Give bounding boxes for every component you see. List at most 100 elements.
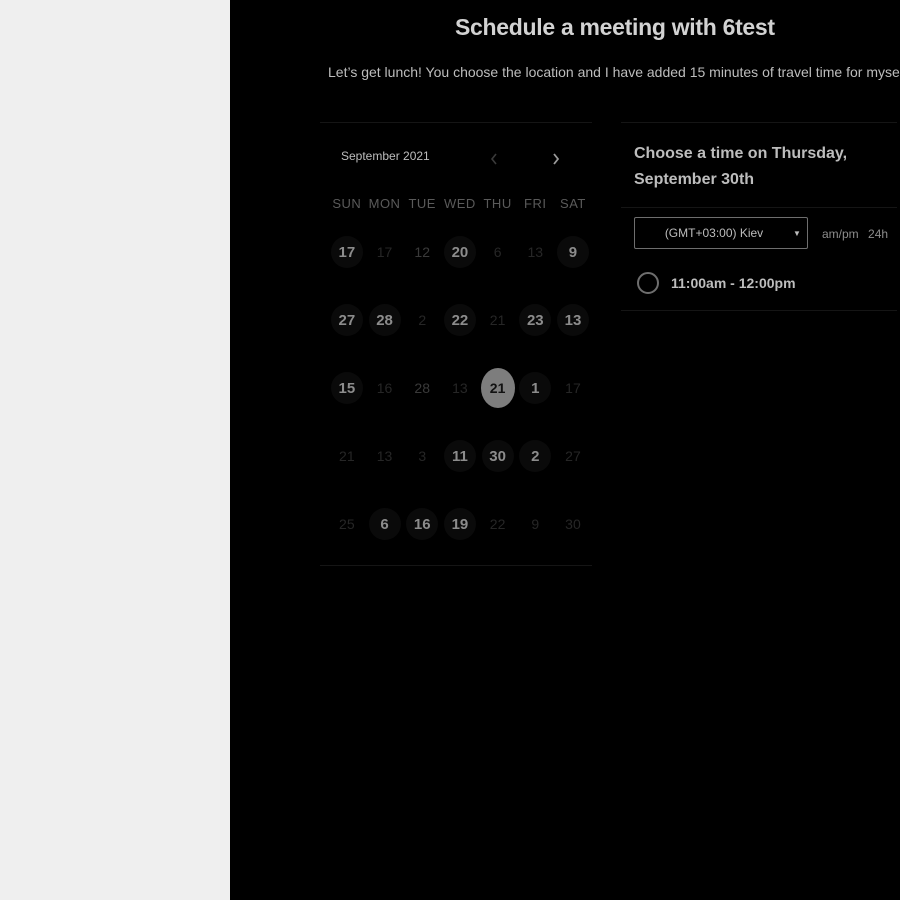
day-cell[interactable]: 27 [328, 304, 366, 372]
weekday-label: SAT [560, 196, 586, 211]
chevron-right-icon [553, 153, 560, 165]
day-cell[interactable]: 20 [441, 236, 479, 304]
weekday-label: MON [368, 196, 401, 211]
left-panel [0, 0, 230, 900]
day-cell: 28 [403, 372, 441, 440]
day-number: 13 [556, 304, 589, 336]
weekday-label: WED [443, 196, 476, 211]
time-panel-heading: Choose a time on Thursday, September 30t… [634, 145, 848, 188]
day-cell: 13 [441, 372, 479, 440]
day-cell: 9 [516, 508, 554, 576]
day-cell: 16 [366, 372, 404, 440]
day-number: 21 [480, 368, 515, 408]
day-cell[interactable]: 17 [328, 236, 366, 304]
day-number: 30 [481, 440, 514, 472]
day-cell[interactable]: 23 [516, 304, 554, 372]
day-cell: 22 [479, 508, 517, 576]
previous-month-button[interactable] [484, 147, 504, 171]
day-number: 2 [519, 440, 552, 472]
day-cell: 25 [328, 508, 366, 576]
weekday-header: SUN MON TUE WED THU FRI SAT [328, 196, 592, 211]
day-number: 6 [493, 244, 502, 260]
day-number: 23 [519, 304, 552, 336]
day-number: 13 [452, 380, 468, 396]
day-cell[interactable]: 9 [554, 236, 592, 304]
day-number: 11 [443, 440, 476, 472]
day-number: 27 [565, 448, 581, 464]
time-slot-option[interactable]: 11:00am - 12:00pm [637, 272, 796, 294]
day-cell: 30 [554, 508, 592, 576]
day-number: 17 [330, 236, 363, 268]
format-ampm-option[interactable]: am/pm [822, 227, 859, 241]
format-24h-option[interactable]: 24h [868, 227, 888, 241]
day-number: 28 [414, 380, 430, 396]
day-cell: 27 [554, 440, 592, 508]
day-number: 16 [376, 380, 393, 396]
radio-button[interactable] [637, 272, 659, 294]
day-cell: 17 [554, 372, 592, 440]
day-number: 1 [519, 372, 552, 404]
day-number: 22 [489, 516, 506, 532]
day-cell[interactable]: 1 [516, 372, 554, 440]
timezone-select[interactable]: (GMT+03:00) Kiev ▼ [634, 217, 808, 249]
selected-day-cell[interactable]: 21 [479, 368, 517, 440]
page-subtitle: Let’s get lunch! You choose the location… [328, 64, 900, 80]
day-cell: 13 [366, 440, 404, 508]
day-number: 22 [443, 304, 476, 336]
day-cell[interactable]: 30 [479, 440, 517, 508]
day-number: 21 [489, 312, 506, 328]
day-number: 2 [418, 312, 427, 328]
scheduler-main: Schedule a meeting with 6test Let’s get … [230, 0, 900, 900]
time-slot-label: 11:00am - 12:00pm [671, 275, 796, 291]
day-cell: 21 [328, 440, 366, 508]
day-cell: 21 [479, 304, 517, 372]
day-number: 12 [414, 244, 430, 260]
weekday-label: FRI [524, 196, 547, 211]
month-label: September 2021 [341, 149, 430, 163]
day-number: 19 [443, 508, 476, 540]
day-cell[interactable]: 15 [328, 372, 366, 440]
time-panel: Choose a time on Thursday, September 30t… [621, 122, 897, 311]
day-grid: 17 17 12 20 6 13 9 27 28 2 22 21 23 13 15 16 28 13 21 1 17 21… [328, 236, 592, 576]
day-number: 20 [443, 236, 476, 268]
day-number: 27 [330, 304, 363, 336]
weekday-label: SUN [332, 196, 362, 211]
day-number: 6 [368, 508, 401, 540]
day-number: 15 [330, 372, 363, 404]
day-number: 9 [556, 236, 589, 268]
day-number: 9 [531, 516, 540, 532]
day-cell[interactable]: 6 [366, 508, 404, 576]
next-month-button[interactable] [546, 147, 566, 171]
day-cell[interactable]: 11 [441, 440, 479, 508]
day-cell[interactable]: 13 [554, 304, 592, 372]
day-number: 28 [368, 304, 401, 336]
timezone-value: (GMT+03:00) Kiev [664, 226, 764, 240]
day-cell[interactable]: 2 [516, 440, 554, 508]
day-number: 13 [376, 448, 393, 464]
day-number: 30 [565, 516, 581, 532]
day-cell: 6 [479, 236, 517, 304]
day-cell[interactable]: 22 [441, 304, 479, 372]
weekday-label: THU [483, 196, 512, 211]
calendar: September 2021 SUN MON TUE WED THU FRI S… [320, 122, 592, 566]
page-title: Schedule a meeting with 6test [455, 14, 775, 40]
day-number: 25 [339, 516, 355, 532]
day-cell[interactable]: 28 [366, 304, 404, 372]
day-cell: 12 [403, 236, 441, 304]
day-cell: 3 [403, 440, 441, 508]
day-number: 16 [406, 508, 439, 540]
day-cell[interactable]: 19 [441, 508, 479, 576]
day-number: 17 [565, 380, 581, 396]
day-cell: 2 [403, 304, 441, 372]
day-number: 21 [339, 448, 355, 464]
weekday-label: TUE [408, 196, 436, 211]
day-number: 13 [527, 244, 544, 260]
chevron-left-icon [490, 153, 497, 165]
day-cell: 13 [516, 236, 554, 304]
day-cell: 17 [366, 236, 404, 304]
time-format-toggle: am/pm 24h [822, 227, 888, 241]
day-cell[interactable]: 16 [403, 508, 441, 576]
divider [621, 207, 897, 208]
day-number: 3 [418, 448, 427, 464]
caret-down-icon: ▼ [793, 228, 801, 238]
